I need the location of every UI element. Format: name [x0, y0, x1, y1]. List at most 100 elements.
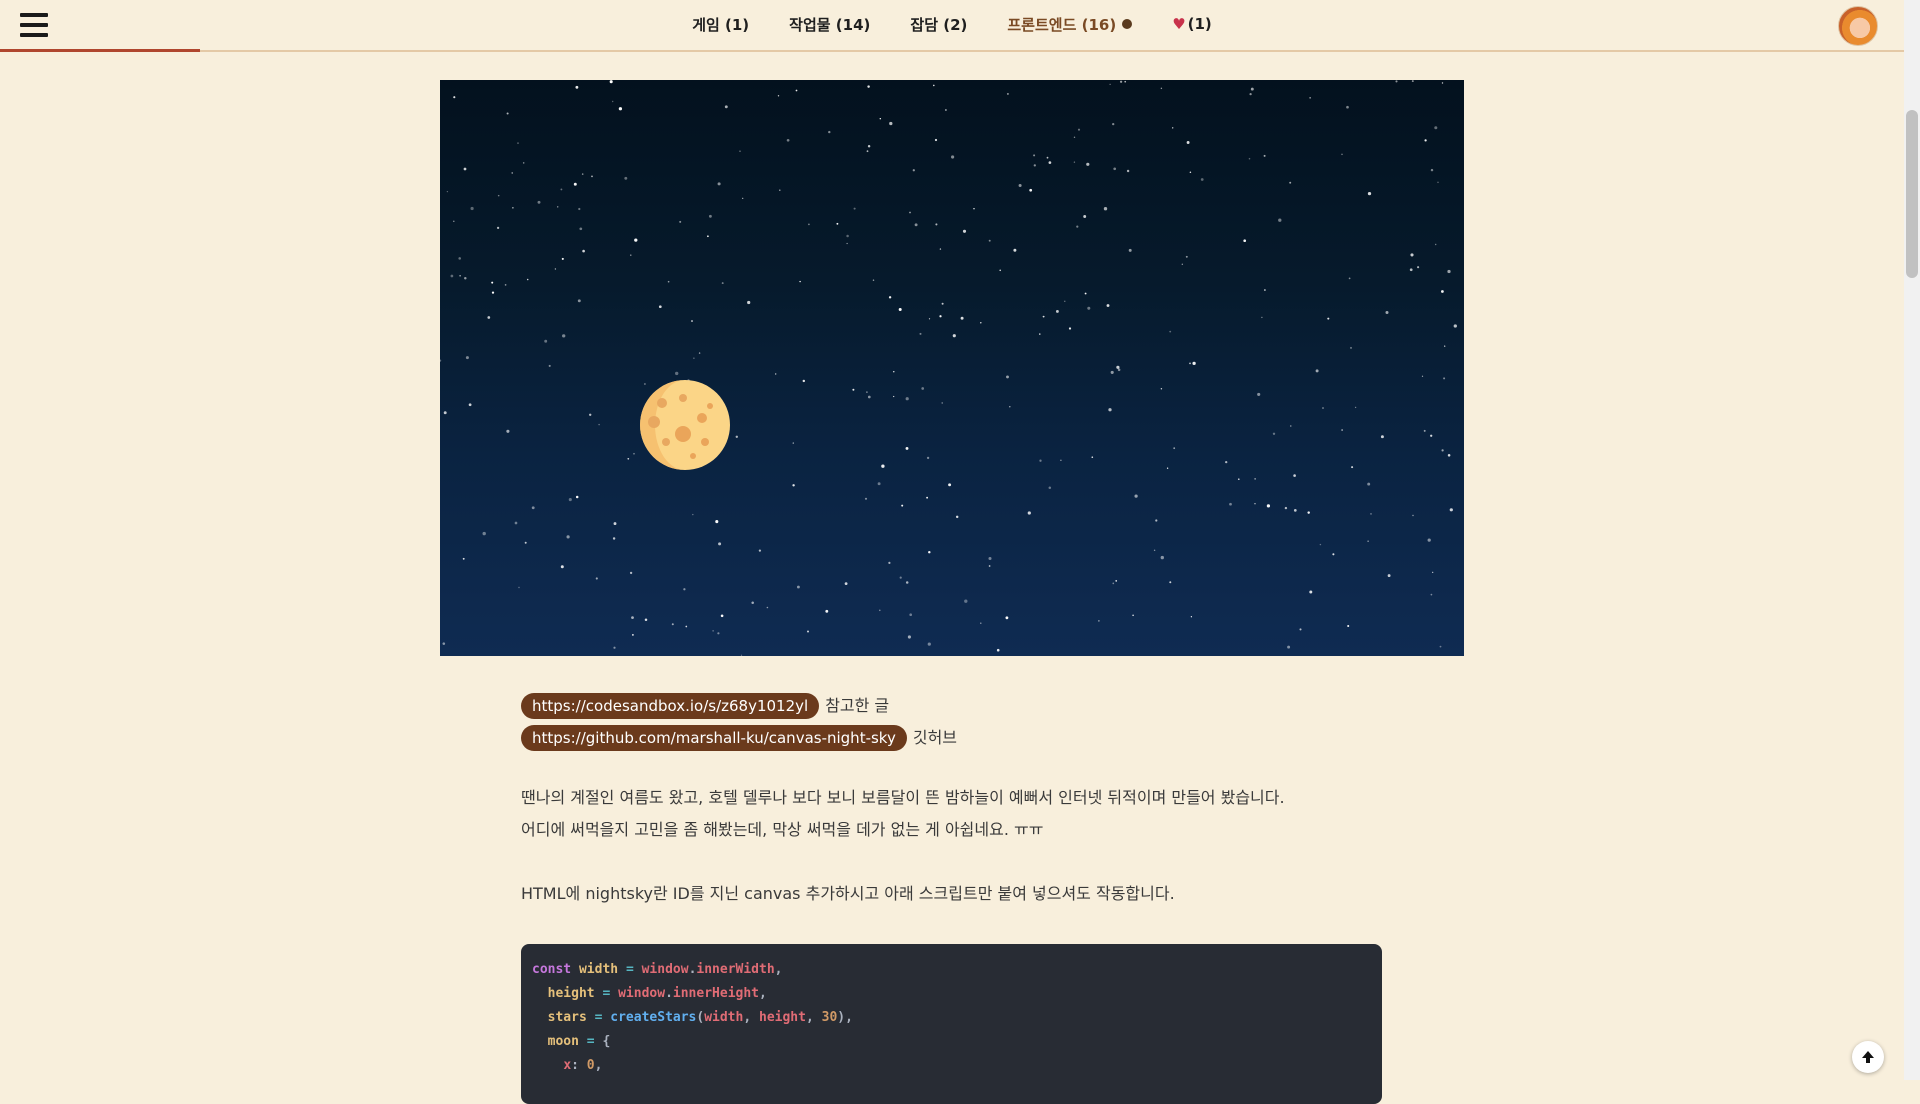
star: [1083, 215, 1087, 218]
star: [1200, 178, 1204, 181]
star: [939, 315, 942, 318]
star: [828, 130, 831, 134]
star: [1264, 289, 1266, 291]
code-token: window: [641, 962, 689, 977]
star: [735, 435, 738, 438]
star: [1112, 582, 1115, 585]
star: [544, 339, 548, 343]
code-token: createStars: [610, 1010, 697, 1025]
star: [1086, 162, 1090, 166]
star: [512, 207, 514, 209]
scrollbar-thumb[interactable]: [1906, 110, 1918, 278]
code-token: innerWidth: [696, 962, 775, 977]
active-dot-icon: [1122, 18, 1133, 29]
star: [560, 565, 564, 569]
star: [1430, 168, 1434, 172]
stars-layer: [440, 80, 1457, 656]
star: [1250, 87, 1254, 91]
star: [693, 357, 695, 359]
star: [927, 642, 931, 646]
code-token: window: [618, 986, 666, 1001]
star: [1243, 239, 1247, 243]
nav-item-works[interactable]: 작업물 (14): [789, 14, 870, 35]
star: [1410, 253, 1414, 257]
star: [881, 464, 885, 468]
star: [1249, 92, 1252, 96]
star: [792, 484, 795, 487]
star: [1018, 183, 1022, 188]
star: [988, 565, 991, 567]
code-line: const width = window.innerWidth,: [532, 962, 783, 977]
star: [909, 211, 911, 214]
star: [779, 189, 781, 191]
star: [1033, 164, 1036, 167]
star: [1322, 407, 1324, 409]
star: [708, 214, 712, 218]
intro-paragraph: 땐나의 계절인 여름도 왔고, 호텔 델루나 보다 보니 보름달이 뜬 밤하늘이…: [521, 782, 1381, 846]
code-token: 0: [586, 1058, 595, 1073]
github-link[interactable]: https://github.com/marshall-ku/canvas-ni…: [521, 725, 907, 751]
star: [1225, 460, 1228, 464]
star: [1124, 80, 1127, 83]
star: [799, 280, 801, 283]
star: [504, 284, 507, 286]
star: [578, 207, 581, 211]
star: [1341, 153, 1343, 156]
star: [1172, 127, 1174, 129]
star: [537, 200, 541, 204]
star: [575, 495, 579, 499]
star: [721, 282, 724, 285]
arrow-up-icon[interactable]: [1852, 1041, 1884, 1073]
star: [888, 296, 892, 299]
star: [1327, 317, 1330, 320]
star: [511, 172, 513, 174]
codesandbox-link[interactable]: https://codesandbox.io/s/z68y1012yl: [521, 693, 820, 719]
star: [893, 395, 895, 398]
nav-item-game[interactable]: 게임 (1): [692, 14, 749, 35]
star: [802, 379, 806, 383]
code-token: height: [759, 1010, 806, 1025]
nav-item-frontend[interactable]: 프론트엔드 (16): [1007, 14, 1133, 35]
star: [1341, 429, 1343, 431]
star: [579, 227, 583, 231]
code-token: =: [602, 986, 611, 1001]
star: [808, 223, 810, 226]
nav-item-chat[interactable]: 잡담 (2): [910, 14, 967, 35]
star: [446, 190, 449, 193]
star: [747, 300, 751, 305]
star: [468, 403, 472, 407]
code-token: stars: [547, 1010, 587, 1025]
star: [919, 332, 922, 335]
star: [758, 549, 762, 552]
star: [1169, 330, 1172, 333]
nav-item-favorites[interactable]: ♥ (1): [1172, 15, 1212, 33]
star: [453, 96, 456, 99]
star: [1350, 346, 1352, 349]
star: [1160, 87, 1163, 90]
star: [598, 423, 600, 426]
star: [462, 557, 465, 560]
reading-progress-bar: [0, 49, 200, 52]
github-caption: 깃허브: [912, 728, 958, 747]
star: [1421, 375, 1424, 377]
star: [846, 234, 849, 238]
reference-caption: 참고한 글: [825, 696, 890, 715]
star: [1430, 593, 1433, 596]
star: [582, 249, 585, 253]
star: [796, 585, 800, 589]
star: [1367, 540, 1369, 542]
star: [1447, 454, 1451, 457]
star: [1289, 181, 1292, 184]
star: [879, 609, 881, 612]
star: [724, 105, 728, 109]
star: [980, 322, 982, 324]
star: [465, 356, 469, 360]
star: [1055, 309, 1059, 313]
star: [905, 397, 909, 401]
code-token: width: [704, 1010, 744, 1025]
star: [907, 635, 911, 639]
star: [1181, 263, 1183, 265]
star: [1027, 511, 1031, 515]
profile-avatar[interactable]: [1838, 6, 1878, 46]
star: [1395, 80, 1398, 83]
